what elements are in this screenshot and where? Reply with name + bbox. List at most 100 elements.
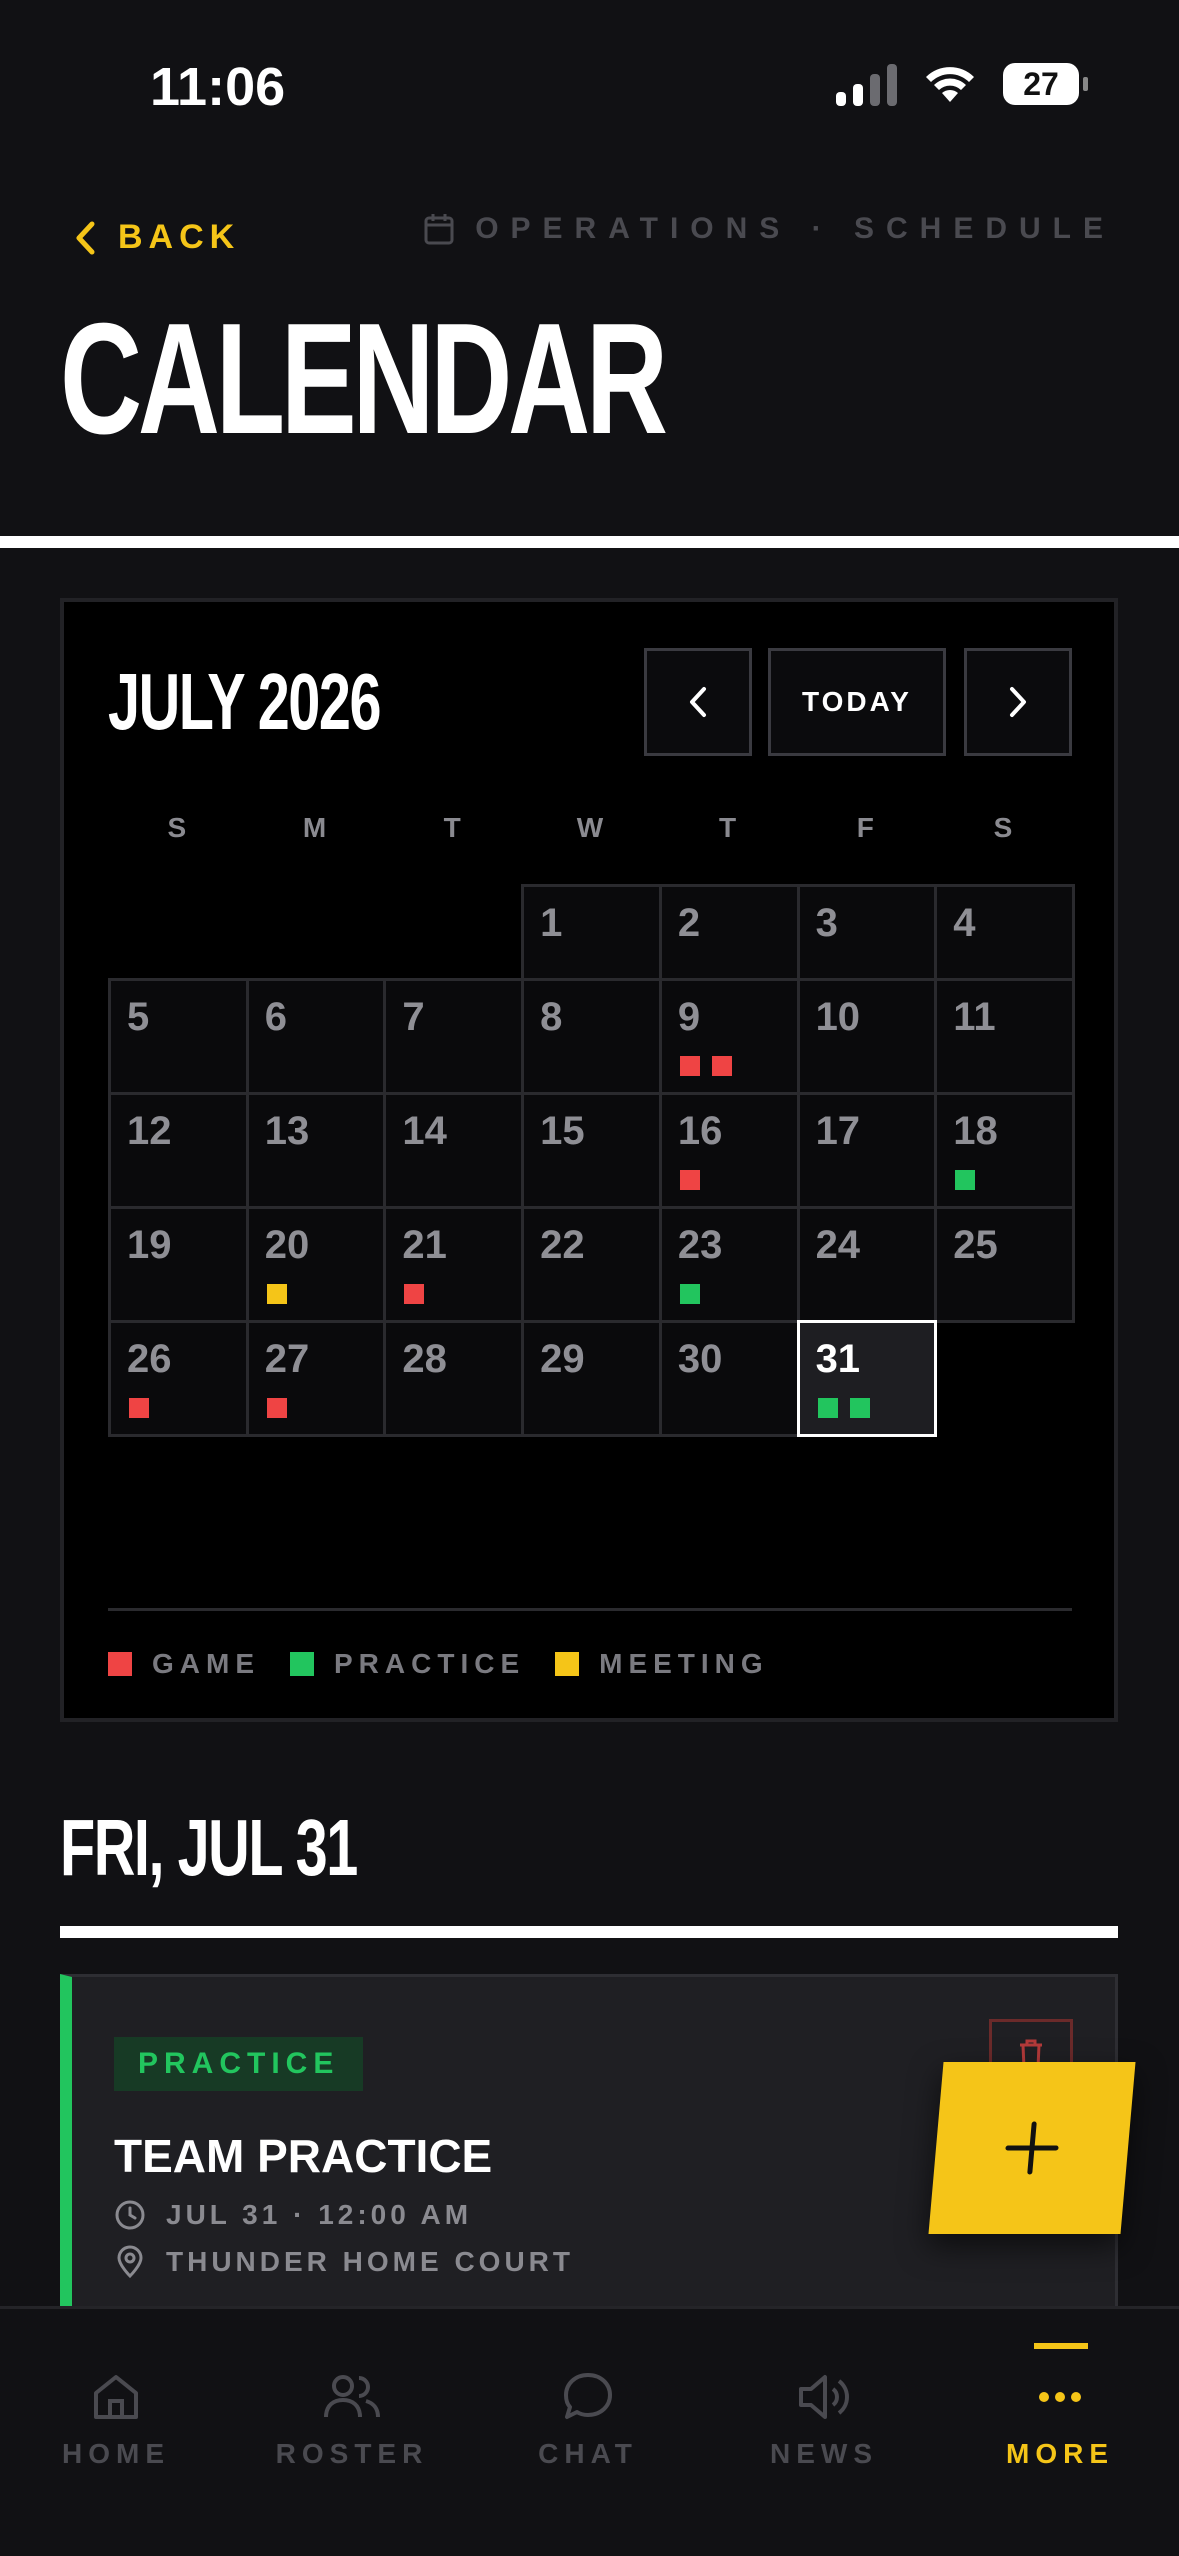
legend-label: MEETING <box>599 1648 769 1679</box>
calendar-day[interactable]: 14 <box>383 1092 525 1209</box>
day-number: 4 <box>953 901 976 945</box>
cellular-signal-icon <box>836 62 897 106</box>
page-title: CALENDAR <box>60 291 668 467</box>
day-number: 27 <box>264 1337 310 1381</box>
calendar-day[interactable]: 17 <box>796 1092 938 1209</box>
clock-icon <box>115 2200 145 2230</box>
users-icon <box>324 2375 380 2418</box>
nav-news[interactable]: NEWS <box>724 2369 924 2470</box>
legend-item-game: GAME <box>108 1648 260 1680</box>
event-type-badge: PRACTICE <box>114 2037 364 2091</box>
calendar-day[interactable]: 15 <box>521 1092 662 1209</box>
meeting-swatch <box>555 1652 580 1676</box>
calendar-day[interactable]: 7 <box>383 978 525 1095</box>
calendar-day[interactable]: 25 <box>934 1206 1075 1323</box>
selected-date-title: FRI, JUL 31 <box>60 1803 358 1892</box>
calendar-day[interactable]: 12 <box>108 1092 249 1209</box>
legend-item-meeting: MEETING <box>555 1648 769 1680</box>
calendar-day[interactable]: 26 <box>108 1320 249 1437</box>
plus-icon <box>1005 2121 1059 2175</box>
legend-divider <box>108 1608 1072 1611</box>
calendar-day[interactable]: 11 <box>934 978 1075 1095</box>
next-month-button[interactable] <box>964 648 1072 756</box>
nav-chat[interactable]: CHAT <box>488 2369 688 2470</box>
day-number: 18 <box>953 1109 998 1153</box>
event-markers <box>679 1284 700 1304</box>
weekday-label: S <box>993 812 1013 843</box>
event-time: JUL 31 · 12:00 AM <box>114 2199 472 2231</box>
calendar-day[interactable]: 16 <box>658 1092 800 1209</box>
calendar-day[interactable]: 5 <box>108 978 249 1095</box>
calendar-day[interactable]: 30 <box>658 1320 800 1437</box>
back-label: BACK <box>118 218 241 256</box>
day-number: 1 <box>540 901 563 945</box>
calendar-day[interactable]: 1 <box>521 884 662 981</box>
legend-label: GAME <box>152 1648 260 1679</box>
day-number: 2 <box>677 901 701 945</box>
calendar-day[interactable]: 29 <box>521 1320 662 1437</box>
active-tab-indicator <box>1034 2343 1088 2349</box>
day-number: 10 <box>815 995 861 1039</box>
weekday-header: S M T W T F S <box>108 812 1072 844</box>
practice-marker <box>849 1398 870 1418</box>
map-pin-icon <box>117 2245 143 2279</box>
day-number: 14 <box>402 1109 447 1153</box>
nav-more[interactable]: MORE <box>960 2369 1160 2470</box>
event-location-text: THUNDER HOME COURT <box>166 2246 574 2277</box>
day-number: 15 <box>540 1109 585 1153</box>
day-number: 7 <box>402 995 425 1039</box>
prev-month-button[interactable] <box>644 648 752 756</box>
calendar-day[interactable]: 22 <box>521 1206 662 1323</box>
day-number: 22 <box>540 1223 585 1267</box>
event-markers <box>266 1398 287 1418</box>
home-icon <box>94 2375 138 2419</box>
calendar-day[interactable]: 28 <box>383 1320 525 1437</box>
event-markers <box>679 1056 732 1076</box>
day-number: 26 <box>127 1337 172 1381</box>
calendar-day[interactable]: 13 <box>245 1092 387 1209</box>
month-title: JULY 2026 <box>108 657 382 746</box>
chevron-left-icon <box>76 221 95 254</box>
weekday-label: W <box>576 812 604 843</box>
back-button[interactable]: BACK <box>74 218 240 257</box>
event-title: TEAM PRACTICE <box>114 2130 493 2182</box>
event-legend: GAME PRACTICE MEETING <box>108 1648 769 1680</box>
day-number: 24 <box>815 1223 861 1267</box>
weekday-label: S <box>167 812 187 843</box>
calendar-day[interactable]: 24 <box>796 1206 938 1323</box>
day-number: 29 <box>540 1337 585 1381</box>
calendar-day[interactable]: 20 <box>245 1206 387 1323</box>
event-markers <box>679 1170 700 1190</box>
calendar-card: JULY 2026 TODAY S M T W T F S 1234567891… <box>60 598 1118 1722</box>
calendar-day[interactable]: 6 <box>245 978 387 1095</box>
calendar-day[interactable]: 27 <box>245 1320 387 1437</box>
calendar-day[interactable]: 18 <box>934 1092 1075 1209</box>
nav-label: NEWS <box>770 2438 878 2469</box>
breadcrumb-text: OPERATIONS · SCHEDULE <box>475 212 1115 245</box>
today-button[interactable]: TODAY <box>768 648 946 756</box>
meeting-marker <box>266 1284 287 1304</box>
event-time-text: JUL 31 · 12:00 AM <box>166 2199 473 2230</box>
event-markers <box>955 1170 976 1190</box>
calendar-day[interactable]: 3 <box>796 884 938 981</box>
calendar-day[interactable]: 31 <box>796 1320 938 1437</box>
game-marker <box>404 1284 425 1304</box>
calendar-day[interactable]: 23 <box>658 1206 800 1323</box>
add-event-button[interactable] <box>928 2062 1136 2234</box>
day-number: 25 <box>953 1223 998 1267</box>
calendar-day[interactable]: 9 <box>658 978 800 1095</box>
calendar-day[interactable]: 2 <box>658 884 800 981</box>
game-marker <box>679 1170 700 1190</box>
calendar-day[interactable]: 10 <box>796 978 938 1095</box>
nav-home[interactable]: HOME <box>16 2369 216 2470</box>
nav-label: HOME <box>62 2438 170 2469</box>
calendar-day[interactable]: 19 <box>108 1206 249 1323</box>
event-markers <box>404 1284 425 1304</box>
calendar-day[interactable]: 8 <box>521 978 662 1095</box>
nav-roster[interactable]: ROSTER <box>252 2369 452 2470</box>
chevron-left-icon <box>690 687 706 717</box>
calendar-day[interactable]: 21 <box>383 1206 525 1323</box>
chevron-right-icon <box>1010 687 1026 717</box>
event-markers <box>129 1398 149 1418</box>
calendar-day[interactable]: 4 <box>934 884 1075 981</box>
